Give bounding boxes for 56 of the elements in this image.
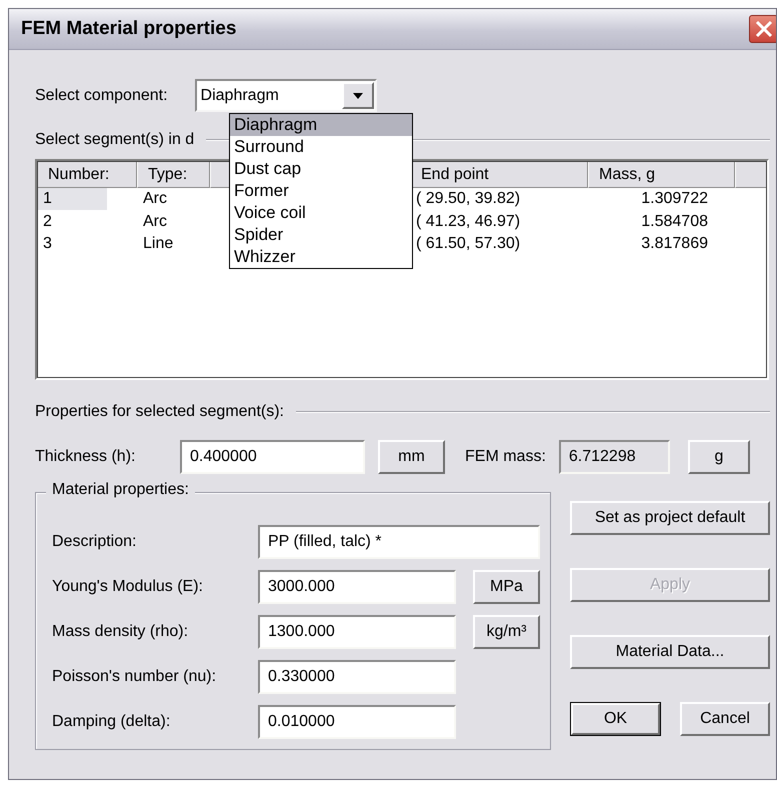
group-legend: Material properties: <box>46 481 195 499</box>
column-header[interactable] <box>735 161 767 188</box>
table-cell: ( 29.50, 39.82) <box>416 190 520 207</box>
table-cell: Arc <box>143 212 167 230</box>
unit-button[interactable]: MPa <box>473 570 540 604</box>
column-header[interactable]: Mass, g <box>588 161 735 188</box>
dropdown-option[interactable]: Former <box>230 180 412 202</box>
dropdown-option[interactable]: Surround <box>230 136 412 158</box>
input-field[interactable]: 1300.000 <box>258 615 456 649</box>
ok-button[interactable]: OK <box>570 702 661 736</box>
action-button[interactable]: Material Data... <box>570 635 770 669</box>
dropdown-option[interactable]: Whizzer <box>230 246 412 268</box>
table-cell: Line <box>143 235 174 252</box>
dropdown-option[interactable]: Dust cap <box>230 158 412 180</box>
field-label: Mass density (rho): <box>52 623 190 641</box>
caret-icon <box>352 92 364 100</box>
dropdown-option[interactable]: Voice coil <box>230 202 412 224</box>
unit-button[interactable]: kg/m³ <box>473 615 540 649</box>
dropdown-option[interactable]: Spider <box>230 224 412 246</box>
input-field[interactable]: 0.330000 <box>258 660 456 694</box>
column-header[interactable]: Type: <box>137 161 210 188</box>
field-label: Select component: <box>35 86 168 104</box>
fem-mass-field: 6.712298 <box>558 440 670 474</box>
table-cell: Arc <box>143 190 167 207</box>
table-cell: ( 41.23, 46.97) <box>416 212 520 230</box>
section-label: Properties for selected segment(s): <box>35 403 284 421</box>
field-label: Thickness (h): <box>35 448 136 466</box>
section-label: Select segment(s) in d <box>35 131 194 149</box>
close-icon <box>754 19 774 39</box>
column-header[interactable]: End point <box>410 161 588 188</box>
input-field[interactable]: PP (filled, talc) * <box>258 525 540 559</box>
table-cell[interactable]: 1 <box>37 188 107 210</box>
component-dropdown[interactable]: Diaphragm <box>194 79 377 112</box>
field-label: Description: <box>52 533 138 551</box>
unit-button[interactable]: g <box>688 440 750 474</box>
field-label: Poisson's number (nu): <box>52 668 218 686</box>
input-field[interactable]: 3000.000 <box>258 570 456 604</box>
field-label: Damping (delta): <box>52 713 172 731</box>
table-cell: 1.584708 <box>641 212 708 230</box>
column-header[interactable]: Number: <box>37 161 137 188</box>
field-label: FEM mass: <box>465 448 546 466</box>
table-cell: 3.817869 <box>641 235 708 252</box>
field-label: Young's Modulus (E): <box>52 578 204 596</box>
table-cell[interactable]: 3 <box>37 233 107 255</box>
close-button[interactable] <box>749 15 776 43</box>
window-title: FEM Material properties <box>21 18 236 40</box>
unit-button[interactable]: mm <box>378 440 445 474</box>
table-cell: 1.309722 <box>641 190 708 207</box>
cancel-button[interactable]: Cancel <box>680 702 770 736</box>
dropdown-button[interactable] <box>342 82 374 109</box>
input-field[interactable]: 0.010000 <box>258 705 456 739</box>
thickness-field[interactable]: 0.400000 <box>180 440 365 474</box>
dropdown-option[interactable]: Diaphragm <box>230 114 412 136</box>
table-cell[interactable]: 2 <box>37 210 107 232</box>
table-cell: ( 61.50, 57.30) <box>416 235 520 252</box>
action-button[interactable]: Set as project default <box>570 501 770 535</box>
